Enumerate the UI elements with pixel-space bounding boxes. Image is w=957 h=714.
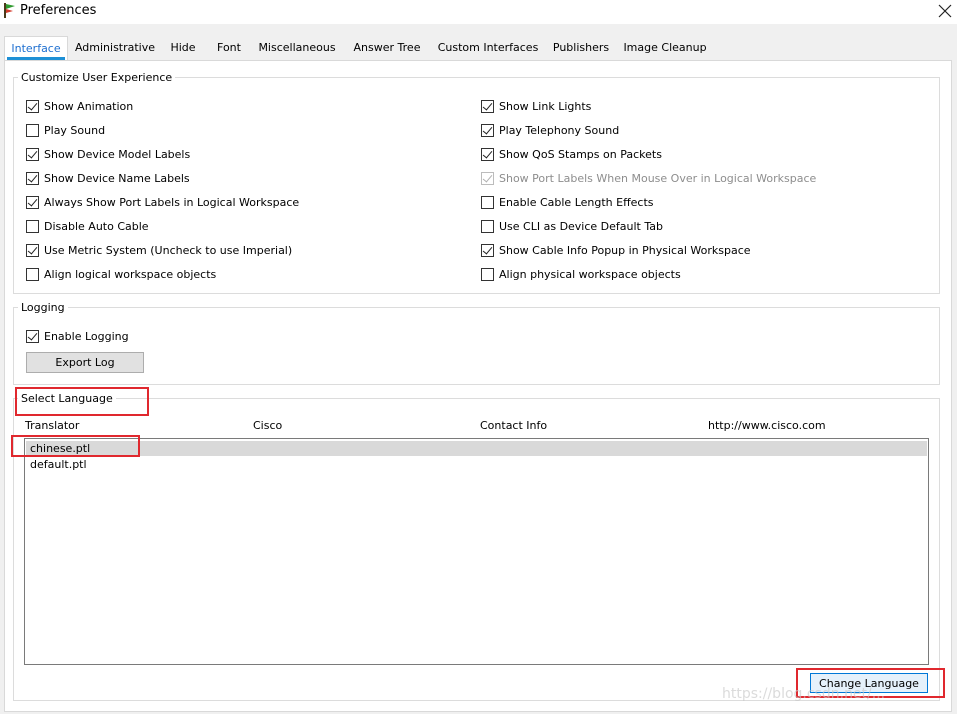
checkbox-box[interactable] <box>481 147 494 161</box>
left-checkbox-show-device-name-labels[interactable]: Show Device Name Labels <box>26 170 190 186</box>
checkbox-label: Always Show Port Labels in Logical Works… <box>44 195 300 209</box>
tab-custom-interfaces[interactable]: Custom Interfaces <box>434 36 542 60</box>
checkbox-box[interactable] <box>26 171 39 185</box>
checkbox-box <box>481 171 494 185</box>
annotation-select-language <box>15 387 149 416</box>
checkbox-box[interactable] <box>481 267 494 281</box>
right-checkbox-show-cable-info-popup-in-physical-workspace[interactable]: Show Cable Info Popup in Physical Worksp… <box>481 242 751 258</box>
tab-font[interactable]: Font <box>210 36 248 60</box>
left-checkbox-disable-auto-cable[interactable]: Disable Auto Cable <box>26 218 149 234</box>
checkbox-box[interactable] <box>481 99 494 113</box>
checkbox-box[interactable] <box>26 243 39 257</box>
watermark-text: https://blog.csdn.net/... <box>722 686 886 702</box>
checkbox-box[interactable] <box>26 147 39 161</box>
enable-logging-label: Enable Logging <box>44 329 129 343</box>
tab-hide[interactable]: Hide <box>164 36 202 60</box>
annotation-chinese-item <box>11 435 140 457</box>
checkbox-box[interactable] <box>26 329 39 343</box>
customize-legend: Customize User Experience <box>21 71 173 84</box>
checkbox-label: Show Animation <box>44 99 134 113</box>
tab-administrative[interactable]: Administrative <box>72 36 158 60</box>
checkbox-label: Show Cable Info Popup in Physical Worksp… <box>499 243 751 257</box>
checkbox-label: Show QoS Stamps on Packets <box>499 147 662 161</box>
checkbox-box[interactable] <box>26 99 39 113</box>
tab-publishers[interactable]: Publishers <box>548 36 614 60</box>
checkbox-box[interactable] <box>26 195 39 209</box>
checkbox-label: Show Device Model Labels <box>44 147 191 161</box>
logging-legend: Logging <box>21 301 65 314</box>
close-button[interactable] <box>933 0 957 24</box>
export-log-button[interactable]: Export Log <box>26 352 144 373</box>
tab-answer-tree[interactable]: Answer Tree <box>346 36 428 60</box>
right-checkbox-use-cli-as-device-default-tab[interactable]: Use CLI as Device Default Tab <box>481 218 663 234</box>
enable-logging-checkbox[interactable]: Enable Logging <box>26 328 129 344</box>
checkbox-label: Disable Auto Cable <box>44 219 149 233</box>
right-checkbox-show-port-labels-when-mouse-over-in-logical-workspace: Show Port Labels When Mouse Over in Logi… <box>481 170 816 186</box>
right-checkbox-show-link-lights[interactable]: Show Link Lights <box>481 98 591 114</box>
close-icon <box>938 4 952 18</box>
tab-image-cleanup[interactable]: Image Cleanup <box>620 36 710 60</box>
checkbox-label: Use Metric System (Uncheck to use Imperi… <box>44 243 293 257</box>
tab-interface[interactable]: Interface <box>4 36 68 61</box>
column-contact-info: Contact Info <box>480 419 548 432</box>
left-checkbox-align-logical-workspace-objects[interactable]: Align logical workspace objects <box>26 266 216 282</box>
checkbox-label: Show Device Name Labels <box>44 171 190 185</box>
title-bar: Preferences <box>0 0 957 24</box>
window-title: Preferences <box>20 3 97 18</box>
checkbox-label: Enable Cable Length Effects <box>499 195 654 209</box>
checkbox-box[interactable] <box>481 195 494 209</box>
language-list[interactable]: chinese.ptl default.ptl <box>24 438 929 665</box>
checkbox-label: Align physical workspace objects <box>499 267 681 281</box>
checkbox-box[interactable] <box>481 123 494 137</box>
checkbox-label: Show Link Lights <box>499 99 592 113</box>
logging-group: Logging <box>13 301 940 385</box>
list-item-default[interactable]: default.ptl <box>26 457 87 472</box>
column-url: http://www.cisco.com <box>708 419 826 432</box>
left-checkbox-play-sound[interactable]: Play Sound <box>26 122 105 138</box>
checkbox-label: Play Telephony Sound <box>499 123 620 137</box>
right-checkbox-align-physical-workspace-objects[interactable]: Align physical workspace objects <box>481 266 681 282</box>
left-checkbox-always-show-port-labels-in-logical-workspace[interactable]: Always Show Port Labels in Logical Works… <box>26 194 299 210</box>
checkbox-box[interactable] <box>26 219 39 233</box>
right-checkbox-enable-cable-length-effects[interactable]: Enable Cable Length Effects <box>481 194 654 210</box>
list-item-chinese[interactable]: chinese.ptl <box>26 441 927 456</box>
app-icon <box>4 3 15 18</box>
column-cisco: Cisco <box>253 419 283 432</box>
left-checkbox-show-animation[interactable]: Show Animation <box>26 98 133 114</box>
left-checkbox-show-device-model-labels[interactable]: Show Device Model Labels <box>26 146 190 162</box>
column-translator: Translator <box>25 419 80 432</box>
checkbox-label: Align logical workspace objects <box>44 267 217 281</box>
checkbox-box[interactable] <box>481 219 494 233</box>
right-checkbox-play-telephony-sound[interactable]: Play Telephony Sound <box>481 122 619 138</box>
left-checkbox-use-metric-system-uncheck-to-use-imperial[interactable]: Use Metric System (Uncheck to use Imperi… <box>26 242 292 258</box>
tab-miscellaneous[interactable]: Miscellaneous <box>254 36 340 60</box>
checkbox-box[interactable] <box>26 123 39 137</box>
checkbox-label: Play Sound <box>44 123 106 137</box>
checkbox-box[interactable] <box>481 243 494 257</box>
checkbox-box[interactable] <box>26 267 39 281</box>
checkbox-label: Show Port Labels When Mouse Over in Logi… <box>499 171 817 185</box>
checkbox-label: Use CLI as Device Default Tab <box>499 219 663 233</box>
right-checkbox-show-qos-stamps-on-packets[interactable]: Show QoS Stamps on Packets <box>481 146 662 162</box>
